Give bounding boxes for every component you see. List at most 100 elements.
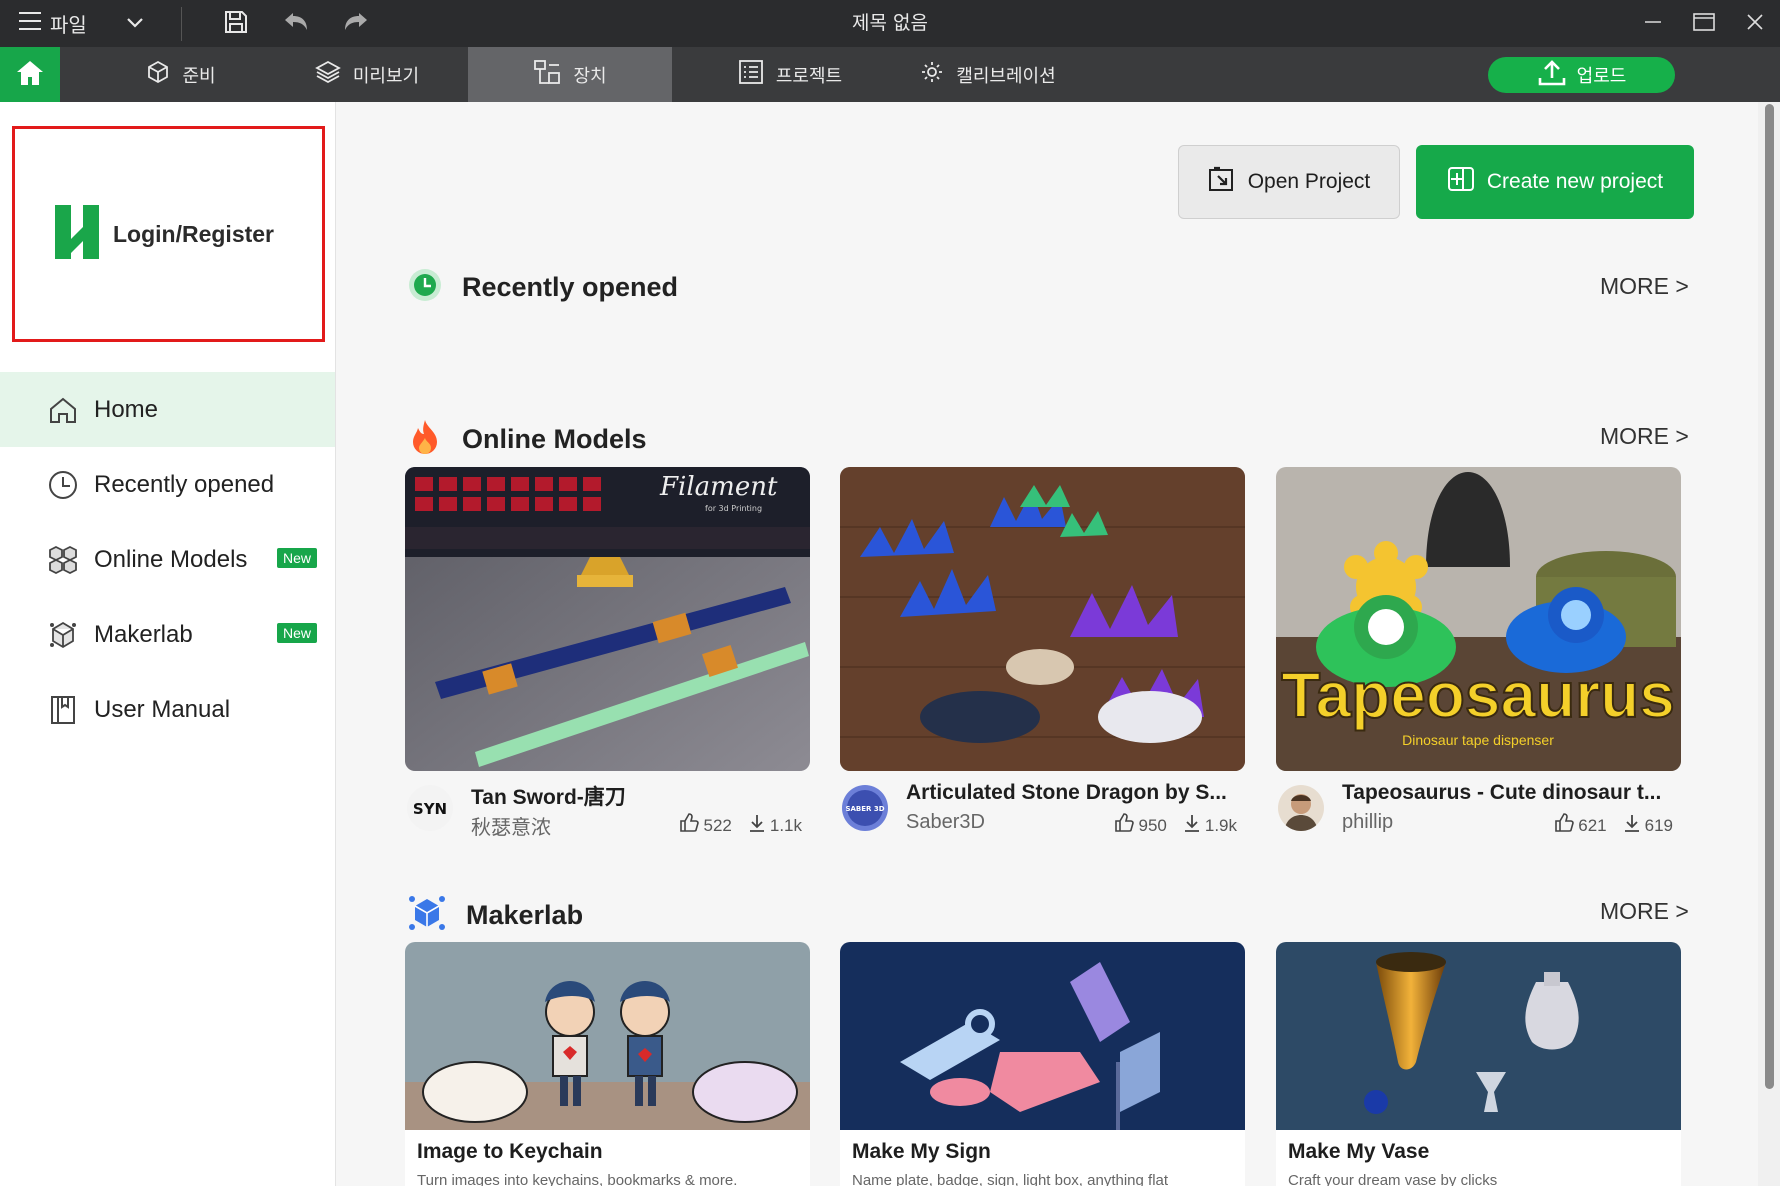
makerlab-card-make-my-sign[interactable]: Make My Sign Name plate, badge, sign, li… <box>840 942 1245 1186</box>
svg-text:Filament: Filament <box>659 472 778 502</box>
hamburger-icon <box>18 11 42 36</box>
model-title[interactable]: Tan Sword-唐刀 <box>471 781 801 811</box>
save-button[interactable] <box>206 0 266 47</box>
sidebar-item-label: User Manual <box>94 695 231 723</box>
open-project-label: Open Project <box>1247 170 1371 193</box>
model-title[interactable]: Tapeosaurus - Cute dinosaur t... <box>1342 781 1672 805</box>
maximize-button[interactable] <box>1678 0 1729 47</box>
upload-label: 업로드 <box>1576 66 1627 87</box>
model-stats: 950 1.9k <box>1114 813 1237 838</box>
sidebar-item-makerlab[interactable]: Makerlab New <box>0 597 335 672</box>
cubes-icon <box>48 545 78 575</box>
svg-text:for 3d Printing: for 3d Printing <box>705 504 762 513</box>
makerlab-thumbnail <box>840 942 1245 1130</box>
undo-button[interactable] <box>266 0 326 47</box>
sidebar-item-home[interactable]: Home <box>0 372 335 447</box>
file-menu-button[interactable]: 파일 <box>0 0 87 47</box>
recently-opened-more-link[interactable]: MORE > <box>1600 273 1689 300</box>
tab-prepare[interactable]: 준비 <box>106 47 256 102</box>
minimize-icon <box>1644 13 1662 35</box>
vertical-scrollbar[interactable] <box>1758 102 1780 1186</box>
clock-icon <box>48 470 78 500</box>
download-count: 1.1k <box>769 815 802 835</box>
makerlab-card-image-to-keychain[interactable]: Image to Keychain Turn images into keych… <box>405 942 810 1186</box>
model-card[interactable]: SABER 3D Articulated Stone Dragon by S..… <box>840 467 1245 841</box>
makerlab-description: Name plate, badge, sign, light box, anyt… <box>852 1172 1169 1186</box>
model-thumbnail[interactable]: Tapeosaurus Dinosaur tape dispenser <box>1276 467 1681 771</box>
calibration-gear-icon <box>920 60 944 89</box>
model-thumbnail[interactable]: Filament for 3d Printing <box>405 467 810 771</box>
model-author[interactable]: Saber3D <box>906 811 985 834</box>
redo-button[interactable] <box>326 0 386 47</box>
main-toolbar: 준비 미리보기 장치 프로젝트 캘리브레이션 업로드 <box>0 47 1780 102</box>
clock-icon <box>408 268 442 306</box>
model-card[interactable]: Filament for 3d Printing SYN Tan Sword-唐… <box>405 467 810 841</box>
svg-text:SYN: SYN <box>413 800 447 818</box>
model-card[interactable]: Tapeosaurus Dinosaur tape dispenser Tape… <box>1276 467 1681 841</box>
svg-text:Tapeosaurus: Tapeosaurus <box>1281 659 1675 731</box>
download-icon <box>1623 813 1641 838</box>
sidebar-nav: Home Recently opened Online Models New M… <box>0 372 335 747</box>
flame-icon <box>408 418 442 460</box>
sidebar: Login/Register Home Recently opened Onli… <box>0 102 336 1186</box>
sidebar-item-label: Online Models <box>94 545 248 573</box>
sidebar-item-online-models[interactable]: Online Models New <box>0 522 335 597</box>
login-register-label: Login/Register <box>113 220 275 247</box>
makerlab-icon <box>408 893 446 937</box>
tab-label: 준비 <box>182 65 216 87</box>
layers-icon <box>314 60 341 89</box>
close-button[interactable] <box>1729 0 1780 47</box>
online-models-more-link[interactable]: MORE > <box>1600 423 1689 450</box>
tab-project[interactable]: 프로젝트 <box>710 47 870 102</box>
makerlab-description: Turn images into keychains, bookmarks & … <box>417 1172 738 1186</box>
create-new-project-button[interactable]: Create new project <box>1416 145 1694 219</box>
avatar[interactable]: SYN <box>407 785 453 831</box>
model-title[interactable]: Articulated Stone Dragon by S... <box>906 781 1236 805</box>
model-stats: 621 619 <box>1554 813 1673 838</box>
tab-home[interactable] <box>0 47 60 102</box>
makerlab-card-make-my-vase[interactable]: Make My Vase Craft your dream vase by cl… <box>1276 942 1681 1186</box>
title-divider <box>180 6 182 41</box>
tab-preview[interactable]: 미리보기 <box>292 47 442 102</box>
create-project-label: Create new project <box>1486 170 1664 193</box>
open-project-icon <box>1208 166 1236 198</box>
like-count: 950 <box>1138 815 1167 835</box>
avatar[interactable]: SABER 3D <box>842 785 888 831</box>
online-models-header: Online Models <box>408 418 647 460</box>
thumbs-up-icon <box>1114 813 1135 838</box>
open-project-button[interactable]: Open Project <box>1178 145 1400 219</box>
section-title: Recently opened <box>462 271 679 302</box>
model-thumbnail[interactable] <box>840 467 1245 771</box>
tab-label: 캘리브레이션 <box>956 65 1056 87</box>
new-badge: New <box>276 548 317 568</box>
model-author[interactable]: phillip <box>1342 811 1393 834</box>
upload-button[interactable]: 업로드 <box>1488 57 1675 93</box>
file-menu-label: 파일 <box>50 13 87 37</box>
model-author[interactable]: 秋瑟意浓 <box>471 811 551 840</box>
makerlab-title: Make My Sign <box>852 1140 991 1163</box>
login-register-button[interactable]: Login/Register <box>12 126 325 342</box>
makerlab-thumbnail <box>405 942 810 1130</box>
avatar[interactable] <box>1278 785 1324 831</box>
thumbs-up-icon <box>679 813 700 838</box>
sidebar-item-user-manual[interactable]: User Manual <box>0 672 335 747</box>
sidebar-item-label: Makerlab <box>94 620 193 648</box>
scrollbar-thumb[interactable] <box>1765 104 1774 1089</box>
menu-dropdown-button[interactable] <box>107 0 163 47</box>
thumbs-up-icon <box>1554 813 1575 838</box>
home-icon <box>48 395 78 425</box>
tab-calibration[interactable]: 캘리브레이션 <box>900 47 1076 102</box>
makerlab-more-link[interactable]: MORE > <box>1600 898 1689 925</box>
tab-device[interactable]: 장치 <box>468 47 672 102</box>
like-count: 621 <box>1578 815 1607 835</box>
device-icon <box>533 59 561 90</box>
save-icon <box>223 9 249 39</box>
minimize-button[interactable] <box>1627 0 1678 47</box>
add-project-icon <box>1447 166 1475 198</box>
svg-text:Dinosaur tape dispenser: Dinosaur tape dispenser <box>1402 732 1554 748</box>
maximize-icon <box>1692 12 1715 35</box>
sidebar-item-recently-opened[interactable]: Recently opened <box>0 447 335 522</box>
book-icon <box>48 695 78 725</box>
tab-label: 프로젝트 <box>775 65 843 87</box>
section-title: Makerlab <box>466 899 584 930</box>
